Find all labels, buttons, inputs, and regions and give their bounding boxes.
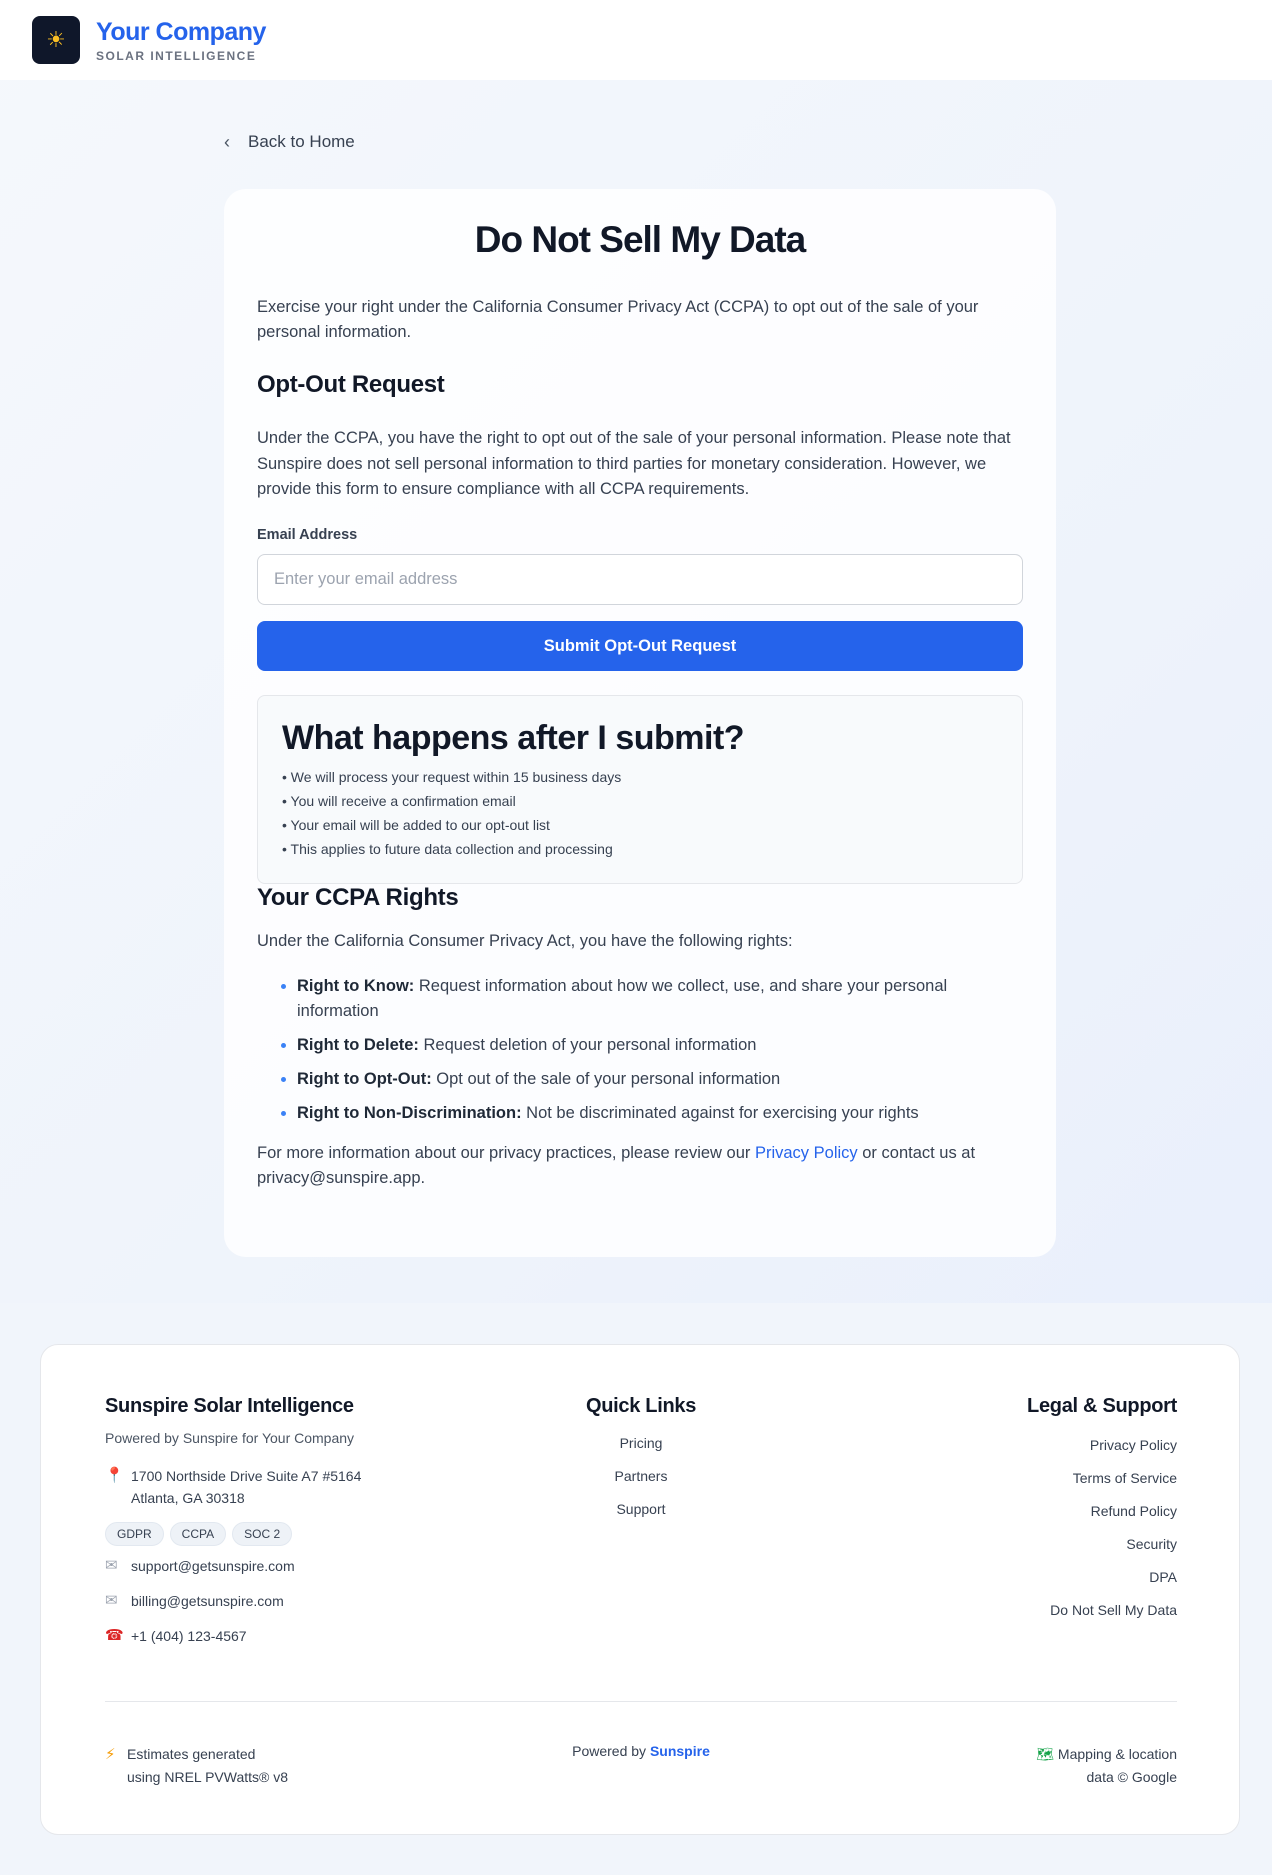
more-info-text: For more information about our privacy p… [257, 1141, 1023, 1191]
brand: Your Company SOLAR INTELLIGENCE [96, 18, 266, 63]
footer-link-pricing[interactable]: Pricing [581, 1435, 701, 1451]
right-text: Opt out of the sale of your personal inf… [431, 1070, 781, 1088]
after-submit-box: What happens after I submit? • We will p… [257, 695, 1023, 884]
right-text: Request deletion of your personal inform… [418, 1036, 757, 1054]
footer-divider [105, 1701, 1177, 1702]
mapping-line2: data © Google [1086, 1769, 1178, 1785]
back-label: Back to Home [248, 132, 355, 151]
list-item: Right to Know: Request information about… [281, 974, 1023, 1024]
map-pin-icon: 📍 [105, 1467, 124, 1484]
telephone-icon: ☎ [105, 1627, 124, 1644]
quick-links-title: Quick Links [585, 1395, 697, 1417]
powered-by-text: Powered by [572, 1743, 650, 1759]
rights-list: Right to Know: Request information about… [281, 974, 1023, 1135]
footer-link-refund[interactable]: Refund Policy [917, 1503, 1177, 1519]
footer-legal-links: Legal & Support Privacy Policy Terms of … [917, 1395, 1177, 1618]
intro-text: Exercise your right under the California… [257, 298, 979, 341]
rights-intro: Under the California Consumer Privacy Ac… [257, 932, 793, 950]
address-text: 1700 Northside Drive Suite A7 #5164 Atla… [131, 1465, 361, 1509]
list-item: • This applies to future data collection… [282, 841, 613, 857]
map-icon: 🗺 [1036, 1746, 1055, 1762]
optout-description: Under the CCPA, you have the right to op… [257, 429, 1011, 498]
footer-link-security[interactable]: Security [917, 1536, 1177, 1552]
footer-link-support[interactable]: Support [581, 1501, 701, 1517]
billing-email-row[interactable]: ✉ billing@getsunspire.com [105, 1590, 465, 1612]
support-email[interactable]: support@getsunspire.com [131, 1555, 295, 1577]
site-header: ☀ Your Company SOLAR INTELLIGENCE [0, 0, 1272, 80]
list-item: • You will receive a confirmation email [282, 793, 516, 809]
footer-link-dpa[interactable]: DPA [917, 1569, 1177, 1585]
right-label: Right to Opt-Out: [297, 1070, 432, 1088]
phone-row[interactable]: ☎ +1 (404) 123-4567 [105, 1625, 465, 1647]
address-line1: 1700 Northside Drive Suite A7 #5164 [131, 1468, 362, 1484]
list-item: • We will process your request within 15… [282, 769, 622, 785]
estimates-note: ⚡ Estimates generated using NREL PVWatts… [105, 1743, 288, 1789]
after-submit-list: • We will process your request within 15… [282, 765, 998, 861]
content-card: Do Not Sell My Data Exercise your right … [224, 189, 1056, 1257]
footer-company-subtitle: Powered by Sunspire for Your Company [105, 1430, 355, 1446]
badge-gdpr: GDPR [105, 1522, 164, 1546]
back-to-home-link[interactable]: ‹ Back to Home [224, 130, 355, 154]
page-title: Do Not Sell My Data [474, 219, 807, 260]
more-info-before: For more information about our privacy p… [257, 1144, 755, 1162]
estimates-text: Estimates generated using NREL PVWatts® … [127, 1743, 288, 1789]
footer-company-title: Sunspire Solar Intelligence [105, 1395, 354, 1417]
footer-link-do-not-sell[interactable]: Do Not Sell My Data [917, 1602, 1177, 1618]
compliance-badges: GDPR CCPA SOC 2 [105, 1522, 465, 1546]
envelope-icon: ✉ [105, 1592, 118, 1609]
submit-optout-button[interactable]: Submit Opt-Out Request [257, 621, 1023, 671]
right-text: Not be discriminated against for exercis… [521, 1104, 919, 1122]
estimates-line1: Estimates generated [127, 1746, 256, 1762]
support-email-row[interactable]: ✉ support@getsunspire.com [105, 1555, 465, 1577]
sunspire-link[interactable]: Sunspire [650, 1743, 710, 1759]
footer-address: 📍 1700 Northside Drive Suite A7 #5164 At… [105, 1465, 465, 1509]
after-submit-heading: What happens after I submit? [282, 719, 745, 757]
lightning-icon: ⚡ [105, 1746, 116, 1763]
envelope-icon: ✉ [105, 1557, 118, 1574]
right-label: Right to Know: [297, 977, 415, 995]
optout-heading: Opt-Out Request [257, 371, 445, 398]
footer-link-terms[interactable]: Terms of Service [917, 1470, 1177, 1486]
list-item: • Your email will be added to our opt-ou… [282, 817, 550, 833]
billing-email[interactable]: billing@getsunspire.com [131, 1590, 284, 1612]
mapping-line1: Mapping & location [1057, 1746, 1177, 1762]
rights-heading: Your CCPA Rights [257, 884, 459, 911]
list-item: Right to Delete: Request deletion of you… [281, 1033, 1023, 1058]
list-item: Right to Non-Discrimination: Not be disc… [281, 1101, 1023, 1126]
chevron-left-icon: ‹ [224, 131, 230, 152]
address-line2: Atlanta, GA 30318 [131, 1490, 245, 1506]
footer-link-privacy-policy[interactable]: Privacy Policy [917, 1437, 1177, 1453]
email-label: Email Address [257, 527, 358, 543]
phone-number[interactable]: +1 (404) 123-4567 [131, 1625, 247, 1647]
privacy-policy-link[interactable]: Privacy Policy [755, 1144, 858, 1162]
right-label: Right to Delete: [297, 1036, 419, 1054]
badge-soc2: SOC 2 [232, 1522, 293, 1546]
sun-icon: ☀ [46, 27, 66, 52]
mapping-note: 🗺 Mapping & location data © Google [971, 1743, 1177, 1789]
badge-ccpa: CCPA [169, 1522, 227, 1546]
logo[interactable]: ☀ [32, 16, 80, 64]
list-item: Right to Opt-Out: Opt out of the sale of… [281, 1067, 1023, 1092]
brand-tagline: SOLAR INTELLIGENCE [96, 48, 257, 63]
estimates-line2: using NREL PVWatts® v8 [127, 1769, 288, 1785]
right-label: Right to Non-Discrimination: [297, 1104, 522, 1122]
footer-quick-links: Quick Links Pricing Partners Support [581, 1395, 701, 1517]
powered-by: Powered by Sunspire [521, 1743, 761, 1759]
brand-name[interactable]: Your Company [96, 18, 266, 46]
legal-support-title: Legal & Support [1027, 1395, 1177, 1417]
footer-link-partners[interactable]: Partners [581, 1468, 701, 1484]
site-footer: Sunspire Solar Intelligence Powered by S… [40, 1344, 1240, 1835]
email-input[interactable] [257, 554, 1023, 605]
footer-company-column: Sunspire Solar Intelligence Powered by S… [105, 1395, 465, 1647]
